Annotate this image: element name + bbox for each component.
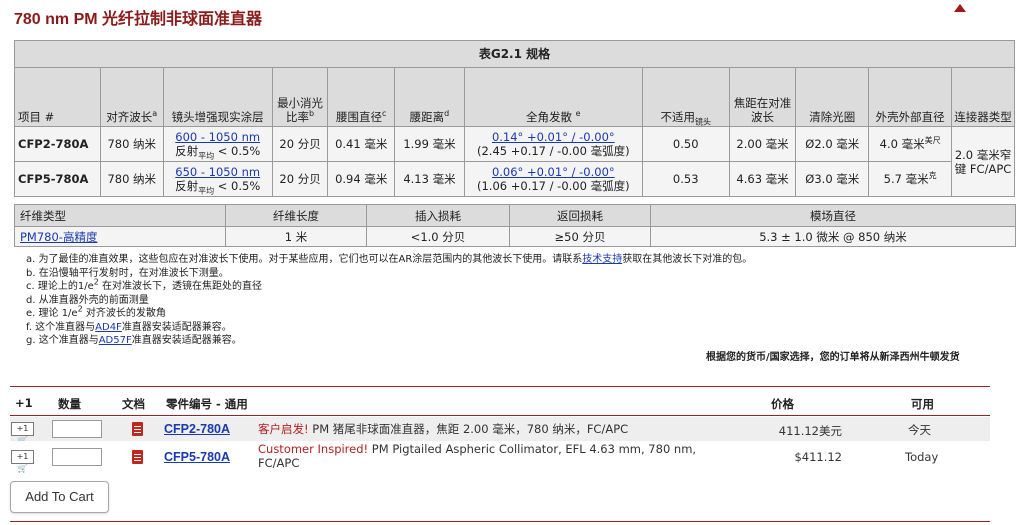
footnote-a: a. 为了最佳的准直效果，这些包应在对准波长下使用。对于某些应用，它们也可以在A… xyxy=(26,254,753,265)
col-fiber-type: 纤维类型 xyxy=(14,204,226,227)
cell-return-loss: ≥50 分贝 xyxy=(509,226,651,247)
fiber-type-link[interactable]: PM780-高精度 xyxy=(20,230,97,244)
ad4f-link[interactable]: AD4F xyxy=(95,322,122,333)
availability: Today xyxy=(905,450,939,464)
cart-divider xyxy=(10,521,990,522)
shipping-note: 根据您的货币/国家选择，您的订单将从新泽西州牛顿发货 xyxy=(706,352,960,363)
table-row: CFP2-780A 780 纳米 600 - 1050 nm 反射平均 < 0.5… xyxy=(14,126,1015,197)
col-na: 不适用镜头 xyxy=(641,67,730,127)
cart-col-qty: 数量 xyxy=(58,397,81,411)
cell-divergence: 0.14° +0.01° / -0.00° (2.45 +0.17 / -0.00… xyxy=(463,126,643,162)
cart-col-doc: 文档 xyxy=(122,397,145,411)
cart-divider xyxy=(10,386,990,387)
coating-link[interactable]: 600 - 1050 nm xyxy=(175,130,260,144)
footnote-b: b. 在沿慢轴平行发射时，在对准波长下测量。 xyxy=(26,267,229,279)
cell-housing: 4.0 毫米美尺 xyxy=(868,126,953,162)
col-fiber-length: 纤维长度 xyxy=(225,204,367,227)
cell-waist-dia: 0.94 毫米 xyxy=(327,161,396,197)
part-number-link[interactable]: CFP2-780A xyxy=(164,422,230,436)
cell-clear: Ø3.0 毫米 xyxy=(795,161,870,197)
cell-waist-dist: 4.13 毫米 xyxy=(394,161,465,197)
availability: 今天 xyxy=(908,423,931,437)
cell-coating: 650 - 1050 nm 反射平均 < 0.5% xyxy=(162,161,273,197)
col-focal: 焦距在对准波长 xyxy=(728,67,797,127)
cell-insertion-loss: <1.0 分贝 xyxy=(366,226,510,247)
cell-divergence: 0.06° +0.01° / -0.00° (1.06 +0.17 / -0.00… xyxy=(463,161,643,197)
col-clear: 清除光圈 xyxy=(795,67,870,127)
col-waist-dia: 腰围直径c xyxy=(327,67,396,127)
cart-col-price: 价格 xyxy=(771,397,794,411)
cell-housing: 5.7 毫米克 xyxy=(868,161,953,197)
fiber-table: 纤维类型 纤维长度 插入损耗 返回损耗 模场直径 PM780-高精度 1 米 <… xyxy=(14,204,1016,247)
cell-extinction: 20 分贝 xyxy=(271,161,329,197)
cell-item: CFP5-780A xyxy=(14,161,101,197)
cell-na: 0.53 xyxy=(641,161,730,197)
add-one-cart-icon[interactable]: +1🛒 xyxy=(11,450,34,473)
cell-focal: 4.63 毫米 xyxy=(728,161,797,197)
part-description: 客户启发! PM 猪尾非球面准直器，焦距 2.00 毫米，780 纳米，FC/A… xyxy=(258,422,629,436)
col-return-loss: 返回损耗 xyxy=(509,204,651,227)
footnote-e: e. 理论 1/e2 对齐波长的发散角 xyxy=(26,304,166,319)
col-connector: 连接器类型 xyxy=(951,67,1015,127)
footnotes: a. 为了最佳的准直效果，这些包应在对准波长下使用。对于某些应用，它们也可以在A… xyxy=(26,253,752,348)
cell-mfd: 5.3 ± 1.0 微米 @ 850 纳米 xyxy=(650,226,1016,247)
col-mfd: 模场直径 xyxy=(650,204,1016,227)
quantity-input[interactable] xyxy=(52,448,102,466)
col-item: 项目 # xyxy=(14,67,101,127)
quantity-input[interactable] xyxy=(52,420,102,438)
cell-align-wl: 780 纳米 xyxy=(99,126,164,162)
table-row: PM780-高精度 1 米 <1.0 分贝 ≥50 分贝 5.3 ± 1.0 微… xyxy=(14,226,1016,247)
cell-waist-dia: 0.41 毫米 xyxy=(327,126,396,162)
spec-table: 表G2.1 规格 项目 # 对齐波长a 镜头增强现实涂层 最小消光比率b 腰围直… xyxy=(14,40,1015,197)
document-icon[interactable] xyxy=(132,450,143,464)
cart-col-plus: +1 xyxy=(15,396,33,410)
cell-focal: 2.00 毫米 xyxy=(728,126,797,162)
cell-clear: Ø2.0 毫米 xyxy=(795,126,870,162)
cell-fiber-type: PM780-高精度 xyxy=(14,226,226,247)
add-one-cart-icon[interactable]: +1🛒 xyxy=(11,422,34,445)
cell-fiber-length: 1 米 xyxy=(225,226,367,247)
spec-table-caption: 表G2.1 规格 xyxy=(14,40,1015,68)
col-insertion-loss: 插入损耗 xyxy=(366,204,510,227)
cell-connector: 2.0 毫米窄键 FC/APC xyxy=(951,126,1015,197)
cart-col-avail: 可用 xyxy=(911,397,934,411)
col-divergence: 全角发散 e xyxy=(463,67,643,127)
divergence-link[interactable]: 0.06° +0.01° / -0.00° xyxy=(492,165,615,179)
col-waist-dist: 腰距离d xyxy=(394,67,465,127)
cart-col-part: 零件编号 - 通用 xyxy=(166,397,248,411)
price: 411.12美元 xyxy=(778,424,842,438)
cart-divider xyxy=(10,415,990,416)
footnote-c: c. 理论上的1/e2 在对准波长下，透镜在焦距处的直径 xyxy=(26,277,263,292)
col-coating: 镜头增强现实涂层 xyxy=(162,67,273,127)
cell-waist-dist: 1.99 毫米 xyxy=(394,126,465,162)
cart-row: +1🛒 CFP2-780A 客户启发! PM 猪尾非球面准直器，焦距 2.00 … xyxy=(10,417,990,445)
cell-align-wl: 780 纳米 xyxy=(99,161,164,197)
cell-item: CFP2-780A xyxy=(14,126,101,162)
table-row: CFP5-780A 780 纳米 650 - 1050 nm 反射平均 < 0.5… xyxy=(14,161,1015,197)
col-extinction: 最小消光比率b xyxy=(271,67,329,127)
footnote-g: g. 这个准直器与AD57F准直器安装适配器兼容。 xyxy=(26,335,242,346)
part-number-link[interactable]: CFP5-780A xyxy=(164,450,230,464)
price: $411.12 xyxy=(794,450,842,464)
document-icon[interactable] xyxy=(132,422,143,436)
cell-coating: 600 - 1050 nm 反射平均 < 0.5% xyxy=(162,126,273,162)
col-align-wl: 对齐波长a xyxy=(99,67,164,127)
part-description: Customer Inspired! PM Pigtailed Aspheric… xyxy=(258,442,697,470)
add-to-cart-button[interactable]: Add To Cart xyxy=(10,481,109,513)
cart-row: +1🛒 CFP5-780A Customer Inspired! PM Pigt… xyxy=(10,441,990,473)
cell-extinction: 20 分贝 xyxy=(271,126,329,162)
cell-na: 0.50 xyxy=(641,126,730,162)
col-housing: 外壳外部直径 xyxy=(868,67,953,127)
divergence-link[interactable]: 0.14° +0.01° / -0.00° xyxy=(492,130,615,144)
back-to-top-arrow-icon[interactable] xyxy=(954,4,966,12)
tech-support-link[interactable]: 技术支持 xyxy=(582,254,622,265)
footnote-f: f. 这个准直器与AD4F准直器安装适配器兼容。 xyxy=(26,321,232,333)
ad57f-link[interactable]: AD57F xyxy=(99,335,132,346)
coating-link[interactable]: 650 - 1050 nm xyxy=(175,165,260,179)
page-title: 780 nm PM 光纤拉制非球面准直器 xyxy=(14,11,263,28)
footnote-d: d. 从准直器外壳的前面测量 xyxy=(26,294,149,306)
